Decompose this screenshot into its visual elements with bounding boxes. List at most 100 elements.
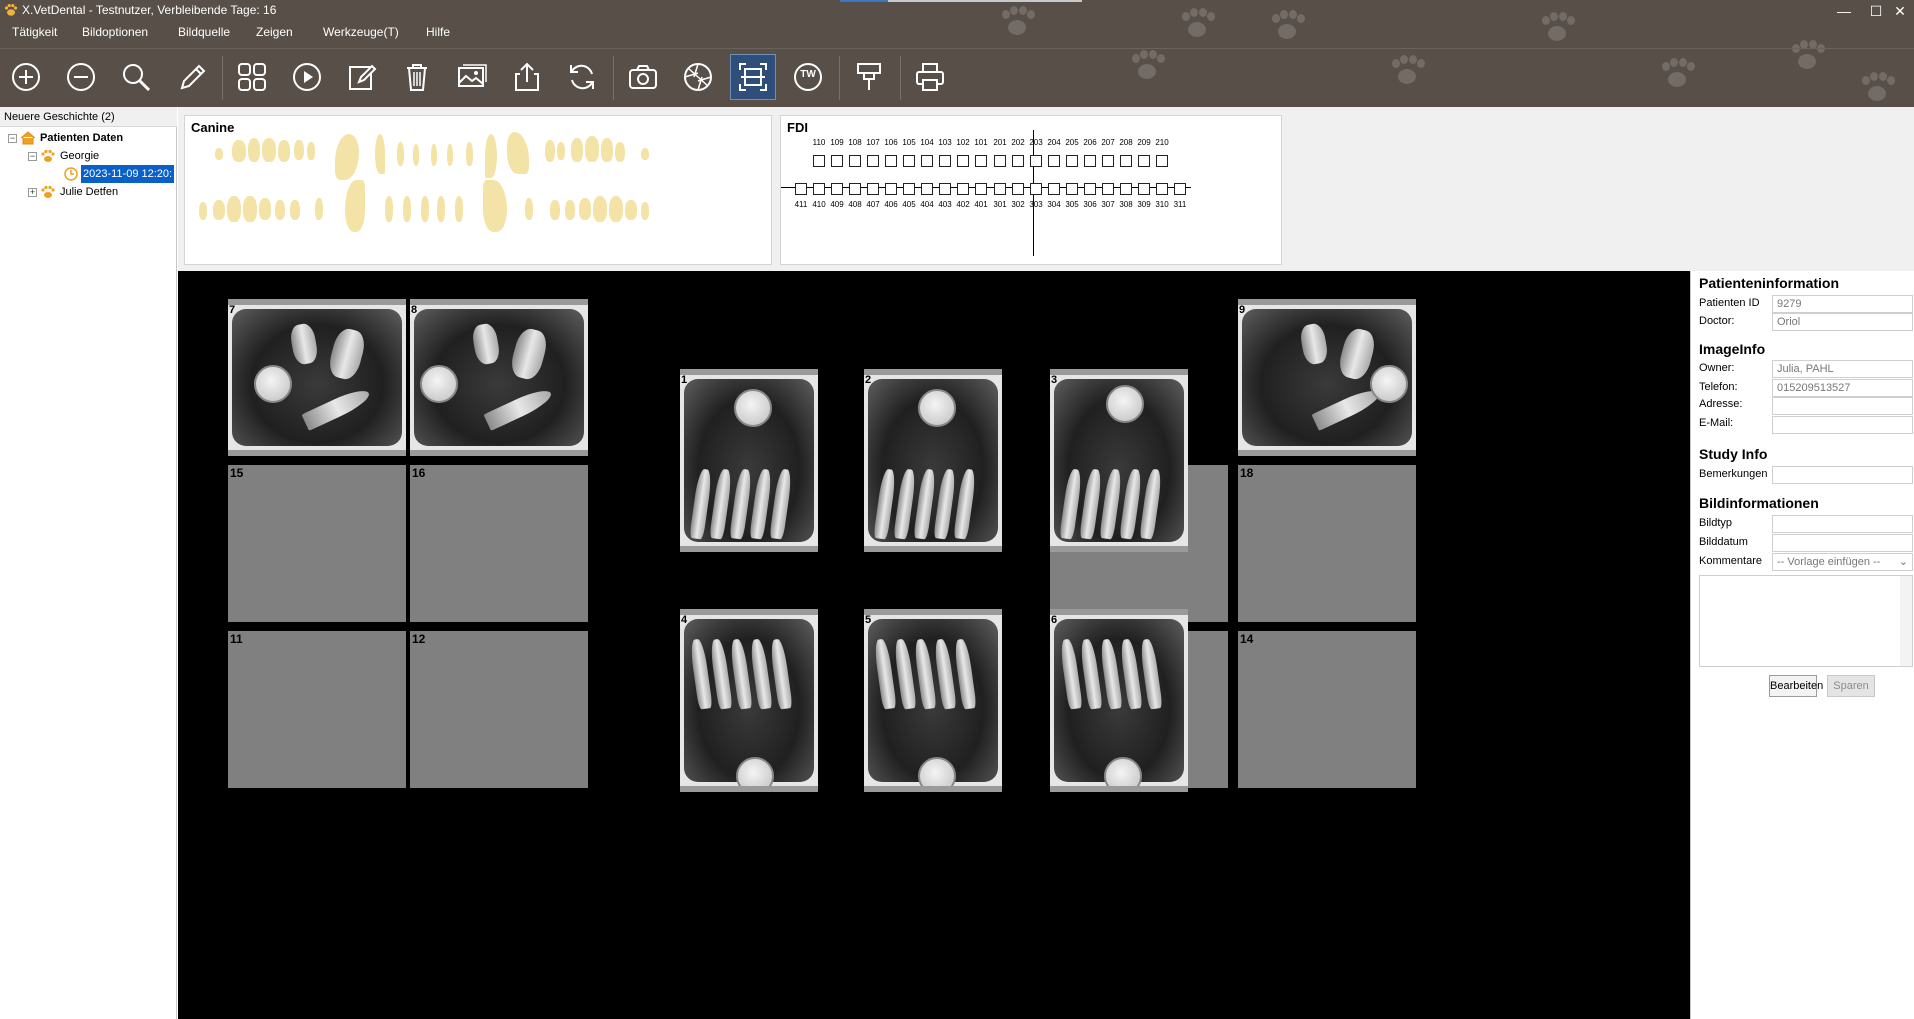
tooth-diagram[interactable] (525, 198, 533, 220)
tooth-diagram[interactable] (579, 198, 591, 220)
scan-button[interactable] (730, 54, 776, 100)
tooth-diagram[interactable] (335, 134, 359, 180)
tooth-diagram[interactable] (307, 142, 315, 160)
print-button[interactable] (907, 54, 953, 100)
tooth-diagram[interactable] (641, 202, 649, 220)
fdi-tooth-checkbox[interactable] (1156, 183, 1168, 195)
tooth-diagram[interactable] (259, 198, 271, 220)
bemerkungen-field[interactable] (1772, 466, 1913, 484)
patient-id-field[interactable]: 9279 (1772, 295, 1913, 313)
fdi-tooth-checkbox[interactable] (1048, 155, 1060, 167)
fdi-tooth-checkbox[interactable] (885, 155, 897, 167)
comment-scrollbar[interactable] (1900, 576, 1912, 666)
minimize-button[interactable]: — (1830, 0, 1858, 22)
aperture-button[interactable] (675, 54, 721, 100)
tooth-diagram[interactable] (615, 142, 625, 162)
tooth-diagram[interactable] (290, 200, 300, 220)
fdi-tooth-checkbox[interactable] (994, 183, 1006, 195)
tooth-diagram[interactable] (466, 142, 473, 166)
fdi-tooth-checkbox[interactable] (1102, 155, 1114, 167)
sensor-button[interactable] (846, 54, 892, 100)
xray-image[interactable]: 5 (864, 609, 1002, 792)
fdi-tooth-checkbox[interactable] (1084, 183, 1096, 195)
fdi-tooth-checkbox[interactable] (994, 155, 1006, 167)
fdi-tooth-checkbox[interactable] (1138, 155, 1150, 167)
bildtyp-field[interactable] (1772, 515, 1913, 533)
fdi-tooth-checkbox[interactable] (831, 155, 843, 167)
bilddatum-field[interactable] (1772, 534, 1913, 552)
tooth-diagram[interactable] (447, 144, 453, 166)
fdi-tooth-checkbox[interactable] (1012, 183, 1024, 195)
menu-bildoptionen[interactable]: Bildoptionen (82, 25, 148, 39)
tooth-diagram[interactable] (585, 136, 599, 162)
tooth-diagram[interactable] (413, 144, 419, 166)
tooth-diagram[interactable] (262, 138, 276, 162)
fdi-tooth-checkbox[interactable] (921, 183, 933, 195)
fdi-tooth-checkbox[interactable] (849, 155, 861, 167)
tooth-diagram[interactable] (213, 200, 225, 220)
comment-textarea[interactable] (1699, 575, 1913, 667)
edit-button[interactable] (339, 54, 385, 100)
xray-image[interactable]: 6 (1050, 609, 1188, 792)
empty-image-slot[interactable]: 11 (228, 631, 406, 788)
fdi-tooth-checkbox[interactable] (1066, 183, 1078, 195)
fdi-tooth-checkbox[interactable] (813, 155, 825, 167)
xray-image[interactable]: 4 (680, 609, 818, 792)
fdi-tooth-checkbox[interactable] (921, 155, 933, 167)
fdi-tooth-checkbox[interactable] (1174, 183, 1186, 195)
fdi-tooth-checkbox[interactable] (1030, 155, 1042, 167)
fdi-tooth-checkbox[interactable] (1156, 155, 1168, 167)
tooth-diagram[interactable] (431, 144, 437, 166)
refresh-button[interactable] (559, 54, 605, 100)
tree-node-study[interactable]: 2023-11-09 12:20: (64, 165, 175, 183)
xray-image[interactable]: 1 (680, 369, 818, 552)
tooth-diagram[interactable] (571, 138, 583, 162)
fdi-tooth-checkbox[interactable] (939, 183, 951, 195)
tooth-diagram[interactable] (315, 198, 323, 220)
fdi-tooth-checkbox[interactable] (1120, 183, 1132, 195)
fdi-tooth-checkbox[interactable] (1048, 183, 1060, 195)
fdi-tooth-checkbox[interactable] (1138, 183, 1150, 195)
fdi-tooth-checkbox[interactable] (867, 155, 879, 167)
tooth-diagram[interactable] (455, 196, 463, 222)
tooth-diagram[interactable] (565, 200, 575, 220)
fdi-tooth-checkbox[interactable] (867, 183, 879, 195)
tooth-diagram[interactable] (345, 180, 365, 232)
doctor-field[interactable]: Oriol (1772, 313, 1913, 331)
adresse-field[interactable] (1772, 397, 1913, 415)
xray-image[interactable]: 2 (864, 369, 1002, 552)
tooth-diagram[interactable] (557, 142, 565, 160)
tooth-diagram[interactable] (421, 196, 429, 222)
fdi-tooth-checkbox[interactable] (1120, 155, 1132, 167)
fdi-tooth-checkbox[interactable] (831, 183, 843, 195)
owner-field[interactable]: Julia, PAHL (1772, 360, 1913, 378)
empty-image-slot[interactable]: 14 (1238, 631, 1416, 788)
fdi-tooth-checkbox[interactable] (1102, 183, 1114, 195)
sparen-button[interactable]: Sparen (1827, 675, 1875, 697)
tooth-diagram[interactable] (593, 196, 607, 222)
menu-werkzeuge[interactable]: Werkzeuge(T) (323, 25, 399, 39)
tooth-diagram[interactable] (215, 148, 223, 160)
bearbeiten-button[interactable]: Bearbeiten (1769, 675, 1823, 697)
tooth-diagram[interactable] (437, 196, 445, 222)
collapse-icon[interactable]: − (8, 133, 17, 143)
zoom-in-button[interactable] (3, 54, 49, 100)
tooth-diagram[interactable] (545, 140, 555, 162)
draw-button[interactable] (168, 54, 214, 100)
collapse-icon[interactable]: − (28, 151, 37, 161)
empty-image-slot[interactable]: 12 (410, 631, 588, 788)
tooth-diagram[interactable] (397, 142, 404, 166)
tooth-diagram[interactable] (507, 132, 529, 174)
menu-taetigkeit[interactable]: Tätigkeit (12, 25, 57, 39)
gallery-button[interactable] (449, 54, 495, 100)
telefon-field[interactable]: 015209513527 (1772, 379, 1913, 397)
fdi-tooth-checkbox[interactable] (885, 183, 897, 195)
play-button[interactable] (284, 54, 330, 100)
tooth-diagram[interactable] (483, 180, 507, 232)
fdi-tooth-checkbox[interactable] (1084, 155, 1096, 167)
tooth-diagram[interactable] (248, 138, 260, 162)
tooth-diagram[interactable] (278, 140, 290, 162)
fdi-tooth-checkbox[interactable] (1030, 183, 1042, 195)
tooth-diagram[interactable] (625, 200, 637, 220)
email-field[interactable] (1772, 416, 1913, 434)
